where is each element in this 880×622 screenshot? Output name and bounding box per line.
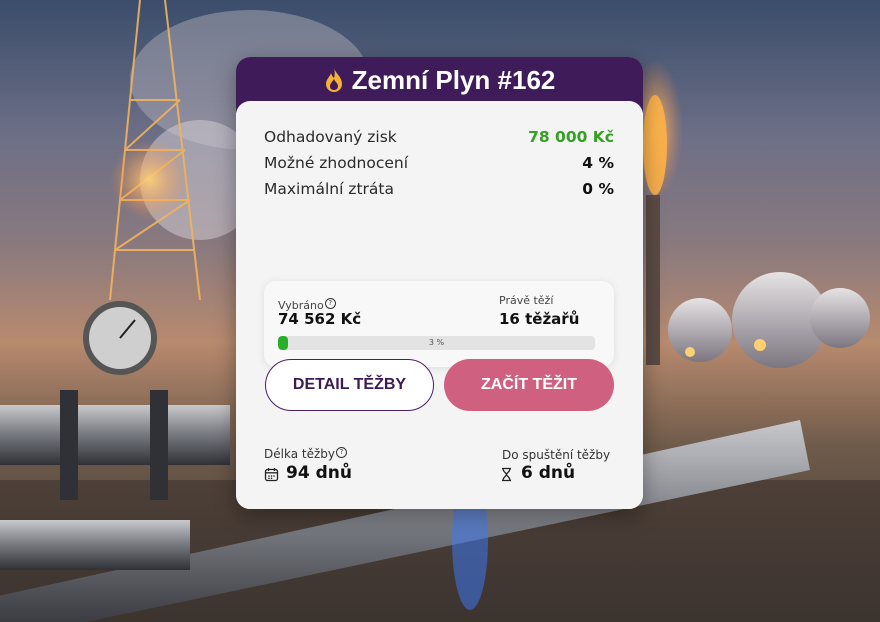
help-icon[interactable]: ? bbox=[335, 447, 347, 458]
miners-label: Právě těží bbox=[499, 294, 554, 307]
detail-label: Odhadovaný zisk bbox=[264, 128, 397, 146]
calendar-icon bbox=[264, 468, 279, 482]
detail-row-appreciation: Možné zhodnocení 4 % bbox=[264, 154, 614, 176]
hourglass-icon bbox=[502, 467, 511, 482]
detail-value: 4 % bbox=[582, 154, 614, 172]
card-body: Odhadovaný zisk 78 000 Kč Možné zhodnoce… bbox=[236, 101, 643, 509]
miners-value: 16 těžařů bbox=[499, 310, 580, 328]
help-icon[interactable]: ? bbox=[324, 298, 336, 309]
detail-button[interactable]: DETAIL TĚŽBY bbox=[265, 359, 434, 411]
detail-row-max-loss: Maximální ztráta 0 % bbox=[264, 180, 614, 202]
progress-bar: 3 % bbox=[278, 336, 595, 350]
card-title: Zemní Plyn #162 bbox=[351, 65, 556, 95]
card-title-row: Zemní Plyn #162 bbox=[236, 63, 643, 97]
investment-card: Zemní Plyn #162 Odhadovaný zisk 78 000 K… bbox=[236, 57, 643, 509]
detail-row-estimated-profit: Odhadovaný zisk 78 000 Kč bbox=[264, 128, 614, 150]
countdown-value: 6 dnů bbox=[521, 463, 576, 483]
progress-label: 3 % bbox=[428, 338, 445, 347]
start-mining-button[interactable]: ZAČÍT TĚŽIT bbox=[444, 359, 614, 411]
funding-stats-box: Vybráno? 74 562 Kč Právě těží 16 těžařů … bbox=[264, 281, 614, 367]
countdown-label: Do spuštění těžby bbox=[502, 448, 611, 462]
collected-value: 74 562 Kč bbox=[278, 310, 362, 328]
duration-value: 94 dnů bbox=[286, 463, 352, 483]
detail-label: Maximální ztráta bbox=[264, 180, 394, 198]
detail-value: 78 000 Kč bbox=[528, 128, 614, 146]
detail-label: Možné zhodnocení bbox=[264, 154, 409, 172]
detail-value: 0 % bbox=[582, 180, 614, 198]
flame-icon bbox=[325, 68, 342, 92]
duration-block: Délka těžby? bbox=[264, 447, 347, 461]
duration-label: Délka těžby bbox=[264, 447, 335, 461]
